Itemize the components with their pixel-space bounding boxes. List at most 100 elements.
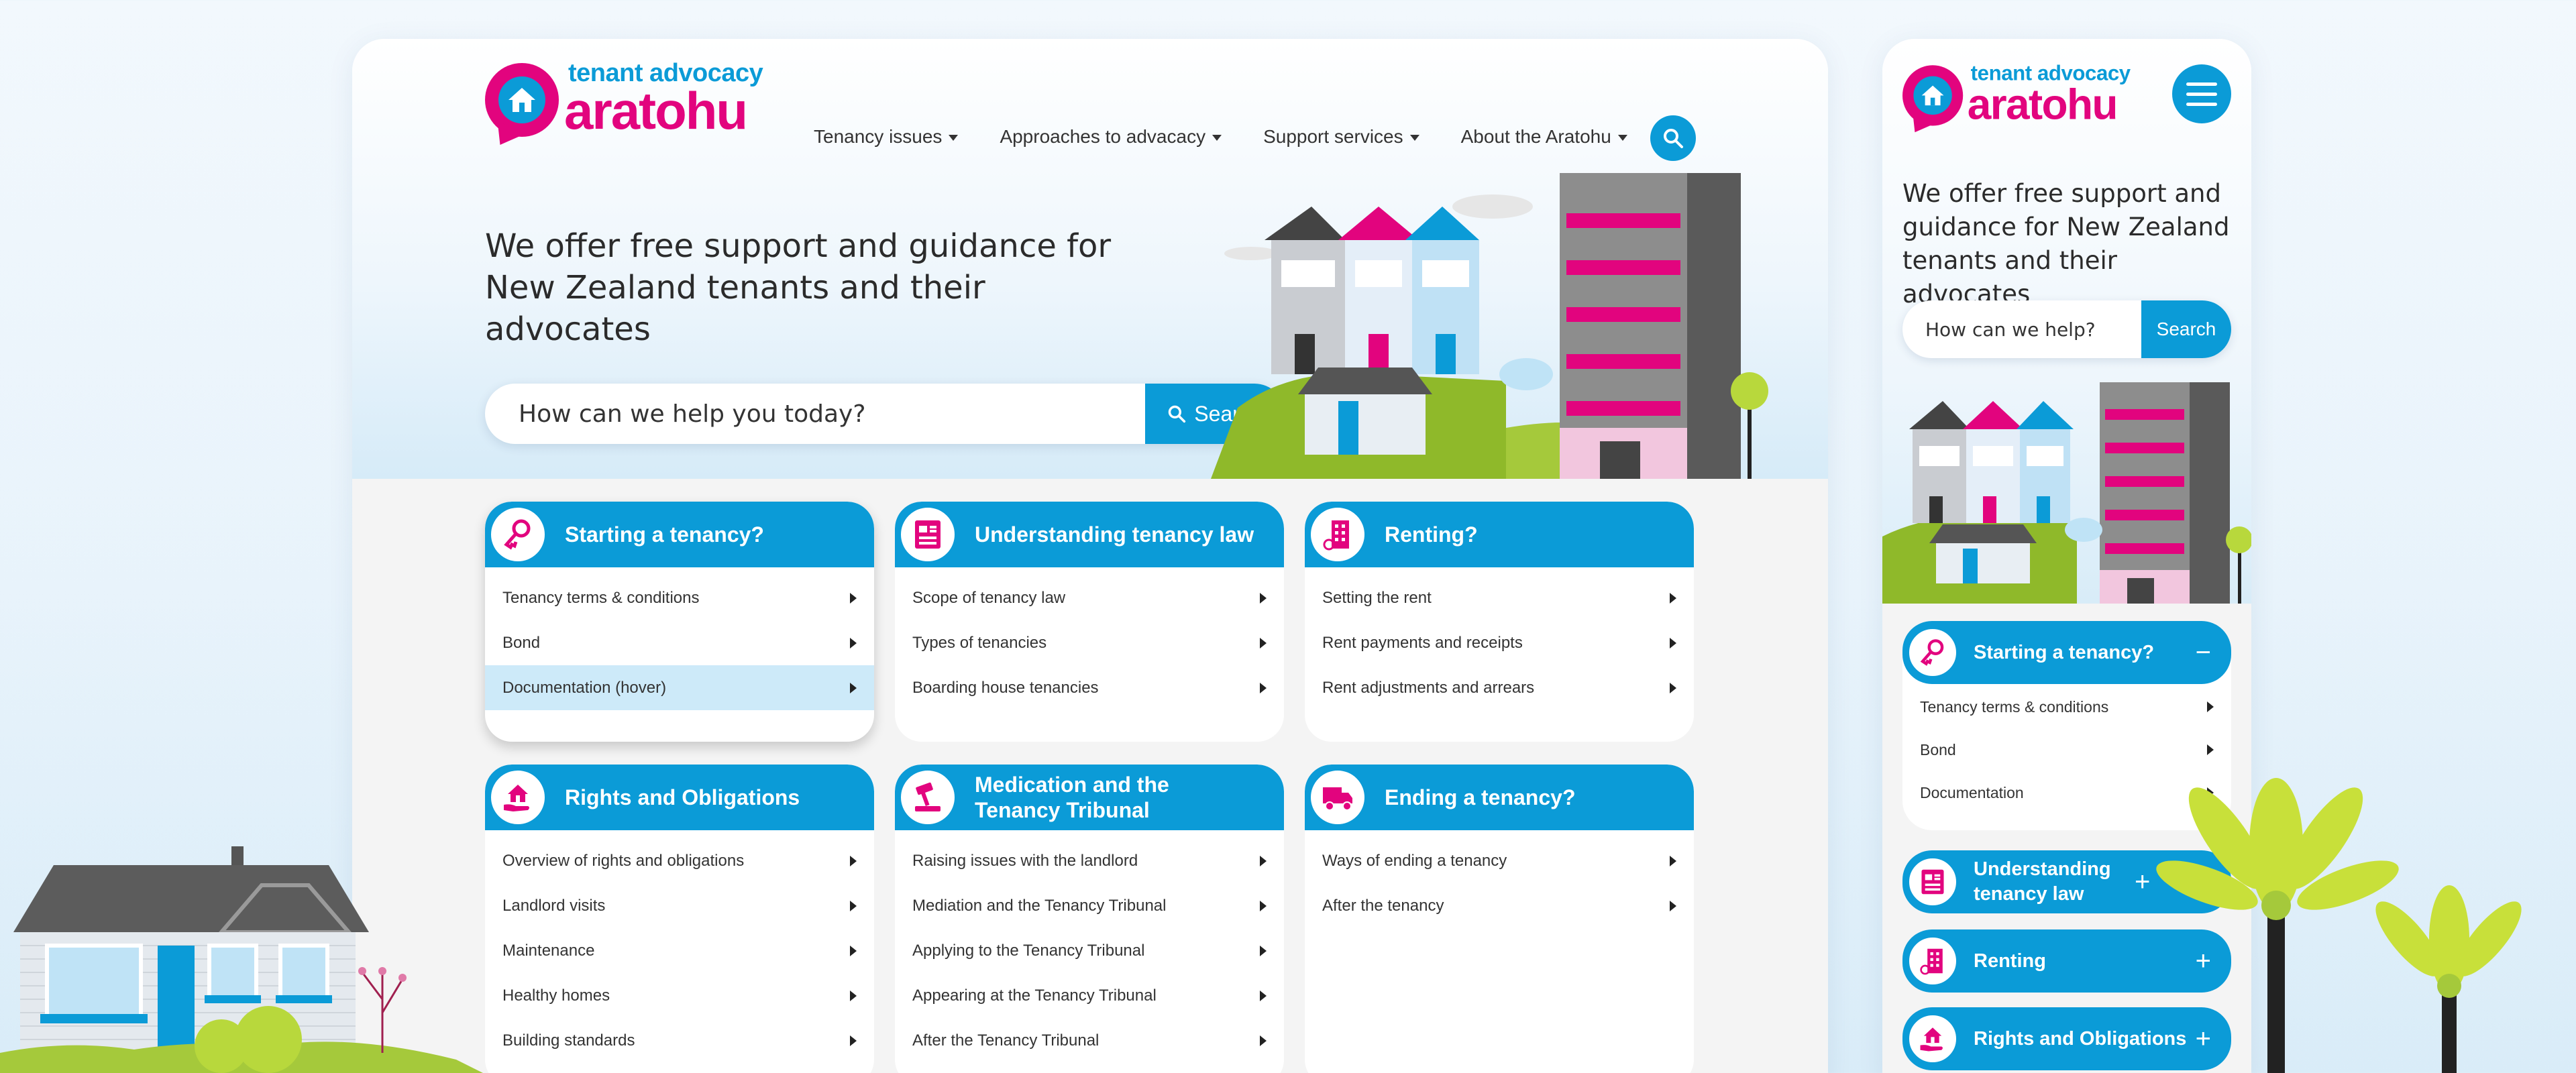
desktop-page: tenant advocacy aratohu Tenancy issues A… (352, 39, 1828, 1073)
menu-button[interactable] (2172, 64, 2231, 123)
list-item-label: Documentation (hover) (502, 678, 667, 697)
list-item-label: Maintenance (502, 941, 595, 960)
collapse-icon: − (2195, 637, 2211, 667)
list-item[interactable]: Types of tenancies (895, 620, 1284, 665)
card-header[interactable]: Medication and the Tenancy Tribunal (895, 765, 1284, 830)
arrow-right-icon (850, 592, 857, 604)
caret-down-icon (1617, 135, 1627, 142)
list-item[interactable]: After the tenancy (1305, 883, 1694, 928)
arrow-right-icon (1670, 682, 1676, 693)
accordion-title: Understanding tenancy law (1974, 858, 2111, 905)
card-header[interactable]: Starting a tenancy? (485, 502, 874, 567)
logo-pin-icon (485, 63, 559, 137)
list-item-label: Scope of tenancy law (912, 588, 1066, 607)
nav-approaches[interactable]: Approaches to advacacy (1000, 126, 1222, 148)
arrow-right-icon (1260, 990, 1267, 1001)
list-item[interactable]: Raising issues with the landlord (895, 838, 1284, 883)
card-renting: Renting? Setting the rent Rent payments … (1305, 502, 1694, 742)
nav-support-services[interactable]: Support services (1263, 126, 1419, 148)
arrow-right-icon (850, 637, 857, 648)
card-header[interactable]: Rights and Obligations (485, 765, 874, 830)
document-icon (1907, 856, 1959, 908)
nav-about[interactable]: About the Aratohu (1461, 126, 1627, 148)
list-item-hovered[interactable]: Documentation (hover) (485, 665, 874, 710)
card-header[interactable]: Understanding tenancy law (895, 502, 1284, 567)
main-nav: Tenancy issues Approaches to advacacy Su… (814, 126, 1669, 148)
list-item[interactable]: Bond (485, 620, 874, 665)
list-item-label: Building standards (502, 1031, 635, 1050)
arrow-right-icon (1260, 682, 1267, 693)
list-item[interactable]: Rent adjustments and arrears (1305, 665, 1694, 710)
arrow-right-icon (850, 945, 857, 956)
hero-title: We offer free support and guidance for N… (485, 227, 1112, 348)
mobile-site-logo[interactable]: tenant advocacy aratohu (1902, 63, 2131, 129)
arrow-right-icon (850, 682, 857, 693)
list-item-label: Raising issues with the landlord (912, 851, 1138, 870)
card-header[interactable]: Renting? (1305, 502, 1694, 567)
list-item-label: Bond (502, 633, 541, 652)
arrow-right-icon (1260, 945, 1267, 956)
hero-search-input[interactable] (485, 384, 1145, 444)
arrow-right-icon (1670, 900, 1676, 911)
nav-tenancy-issues[interactable]: Tenancy issues (814, 126, 959, 148)
arrow-right-icon (1260, 855, 1267, 866)
arrow-right-icon (1260, 592, 1267, 604)
list-item[interactable]: Ways of ending a tenancy (1305, 838, 1694, 883)
list-item-label: Documentation (1920, 783, 2024, 801)
list-item-label: Rent adjustments and arrears (1322, 678, 1535, 697)
list-item-label: Bond (1920, 740, 1956, 758)
list-item[interactable]: Building standards (485, 1018, 874, 1063)
list-item-label: After the Tenancy Tribunal (912, 1031, 1099, 1050)
hero-houses-illustration (1211, 173, 1768, 479)
list-item[interactable]: Rent payments and receipts (1305, 620, 1694, 665)
list-item[interactable]: Overview of rights and obligations (485, 838, 874, 883)
house-hand-icon (488, 768, 547, 827)
background-house-illustration (0, 846, 483, 1073)
key-icon (488, 505, 547, 564)
building-icon (1907, 935, 1959, 987)
card-title: Medication and the Tenancy Tribunal (975, 773, 1169, 822)
accordion-starting-tenancy[interactable]: Starting a tenancy? − (1902, 621, 2231, 684)
list-item-label: Landlord visits (502, 896, 606, 915)
card-title: Ending a tenancy? (1385, 785, 1576, 809)
arrow-right-icon (1260, 1035, 1267, 1046)
list-item[interactable]: Setting the rent (1305, 575, 1694, 620)
arrow-right-icon (850, 990, 857, 1001)
logo-pin-icon (1902, 65, 1964, 126)
list-item-label: Applying to the Tenancy Tribunal (912, 941, 1145, 960)
list-item[interactable]: Appearing at the Tenancy Tribunal (895, 973, 1284, 1018)
nav-search-button[interactable] (1650, 115, 1696, 161)
list-item-label: Boarding house tenancies (912, 678, 1099, 697)
card-title: Rights and Obligations (565, 785, 800, 809)
list-item[interactable]: Tenancy terms & conditions (485, 575, 874, 620)
list-item[interactable]: Mediation and the Tenancy Tribunal (895, 883, 1284, 928)
list-item[interactable]: Maintenance (485, 928, 874, 973)
nav-label: About the Aratohu (1460, 126, 1611, 147)
list-item-label: Ways of ending a tenancy (1322, 851, 1507, 870)
list-item-label: Mediation and the Tenancy Tribunal (912, 896, 1167, 915)
search-icon (1169, 405, 1186, 423)
card-header[interactable]: Ending a tenancy? (1305, 765, 1694, 830)
logo-wordmark: aratohu (1967, 80, 2118, 129)
list-item[interactable]: Scope of tenancy law (895, 575, 1284, 620)
mobile-search-button[interactable]: Search (2141, 300, 2231, 358)
arrow-right-icon (1670, 855, 1676, 866)
list-item-label: After the tenancy (1322, 896, 1444, 915)
list-item[interactable]: Landlord visits (485, 883, 874, 928)
accordion-title: Starting a tenancy? (1974, 641, 2155, 663)
arrow-right-icon (850, 855, 857, 866)
list-item[interactable]: Healthy homes (485, 973, 874, 1018)
arrow-right-icon (1670, 592, 1676, 604)
list-item[interactable]: Applying to the Tenancy Tribunal (895, 928, 1284, 973)
list-item[interactable]: After the Tenancy Tribunal (895, 1018, 1284, 1063)
list-item[interactable]: Tenancy terms & conditions (1902, 685, 2231, 728)
site-logo[interactable]: tenant advocacy aratohu (485, 60, 763, 137)
mobile-search-input[interactable] (1902, 300, 2141, 358)
list-item-label: Overview of rights and obligations (502, 851, 745, 870)
arrow-right-icon (850, 900, 857, 911)
hamburger-icon (2186, 82, 2217, 86)
card-starting-tenancy: Starting a tenancy? Tenancy terms & cond… (485, 502, 874, 742)
list-item-label: Healthy homes (502, 986, 610, 1005)
list-item[interactable]: Boarding house tenancies (895, 665, 1284, 710)
card-ending-tenancy: Ending a tenancy? Ways of ending a tenan… (1305, 765, 1694, 1073)
